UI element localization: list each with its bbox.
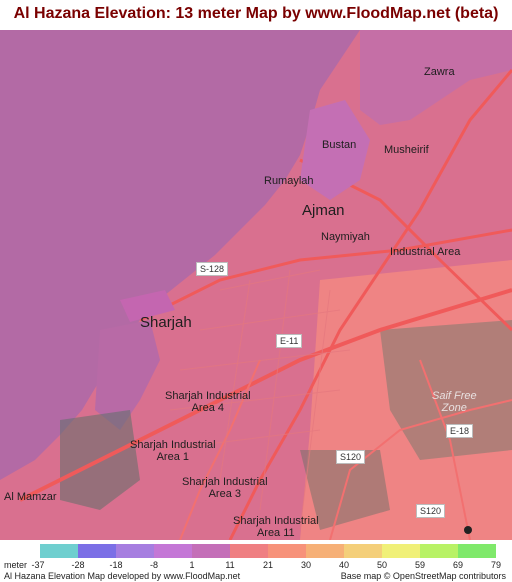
legend-tick-label: -18 (109, 560, 123, 570)
road-shield-s120-south: S120 (416, 504, 446, 518)
legend-swatch (116, 544, 154, 558)
location-marker (464, 526, 472, 534)
legend-tick-label: -37 (31, 560, 45, 570)
place-label-free-zone: Saif Free Zone (432, 390, 477, 415)
place-label-sharjah: Sharjah (140, 314, 192, 331)
legend-tick-label: 50 (376, 560, 387, 570)
road-shield-e18: E-18 (446, 424, 474, 438)
place-label-ajman: Ajman (302, 202, 345, 219)
legend-swatch (458, 544, 496, 558)
legend-unit: meter (4, 560, 28, 570)
road-shield-e11: E-11 (276, 334, 303, 348)
elevation-map[interactable]: Zawra Bustan Musheirif Rumaylah Ajman Na… (0, 30, 512, 540)
place-label-al-mamzar: Al Mamzar (4, 491, 57, 503)
legend-swatch (40, 544, 78, 558)
legend-swatch (420, 544, 458, 558)
legend-tick-label: -8 (149, 560, 158, 570)
road-shield-s120-north: S120 (336, 450, 366, 464)
place-label-sharjah-industrial-area-3: Sharjah Industrial Area 3 (182, 476, 268, 501)
place-label-zawra: Zawra (424, 66, 455, 78)
legend-tick-label: 11 (225, 560, 235, 570)
place-label-industrial-area: Industrial Area (390, 246, 461, 258)
legend-tick-label: 40 (338, 560, 349, 570)
place-label-musheirif: Musheirif (384, 144, 429, 156)
legend-tick-label: 21 (262, 560, 273, 570)
road-shield-s128: S-128 (196, 262, 229, 276)
footer-credit: Al Hazana Elevation Map developed by www… (4, 571, 241, 581)
place-label-rumaylah: Rumaylah (264, 175, 314, 187)
place-label-bustan: Bustan (322, 139, 357, 151)
place-label-naymiyah: Naymiyah (321, 231, 370, 243)
title-bar: Al Hazana Elevation: 13 meter Map by www… (0, 0, 512, 30)
legend-tick-label: 69 (452, 560, 463, 570)
legend-tick-label: 30 (300, 560, 311, 570)
page-title: Al Hazana Elevation: 13 meter Map by www… (13, 5, 499, 22)
legend-swatch (306, 544, 344, 558)
place-label-sharjah-industrial-area-1: Sharjah Industrial Area 1 (130, 439, 216, 464)
legend-swatch (268, 544, 306, 558)
legend-swatch (382, 544, 420, 558)
legend-tick-label: 79 (490, 560, 501, 570)
map-canvas (0, 30, 512, 540)
legend-swatch (154, 544, 192, 558)
legend-color-bar (40, 544, 496, 558)
place-label-sharjah-industrial-area-4: Sharjah Industrial Area 4 (165, 390, 251, 415)
place-label-sharjah-industrial-area-11: Sharjah Industrial Area 11 (233, 515, 319, 540)
legend-tick-label: -28 (71, 560, 85, 570)
legend-swatch (230, 544, 268, 558)
legend-swatch (192, 544, 230, 558)
legend-tick-label: 59 (414, 560, 425, 570)
footer-attribution: Base map © OpenStreetMap contributors (340, 571, 506, 581)
legend-swatch (344, 544, 382, 558)
legend-tick-label: 1 (189, 560, 195, 570)
legend-swatch (78, 544, 116, 558)
